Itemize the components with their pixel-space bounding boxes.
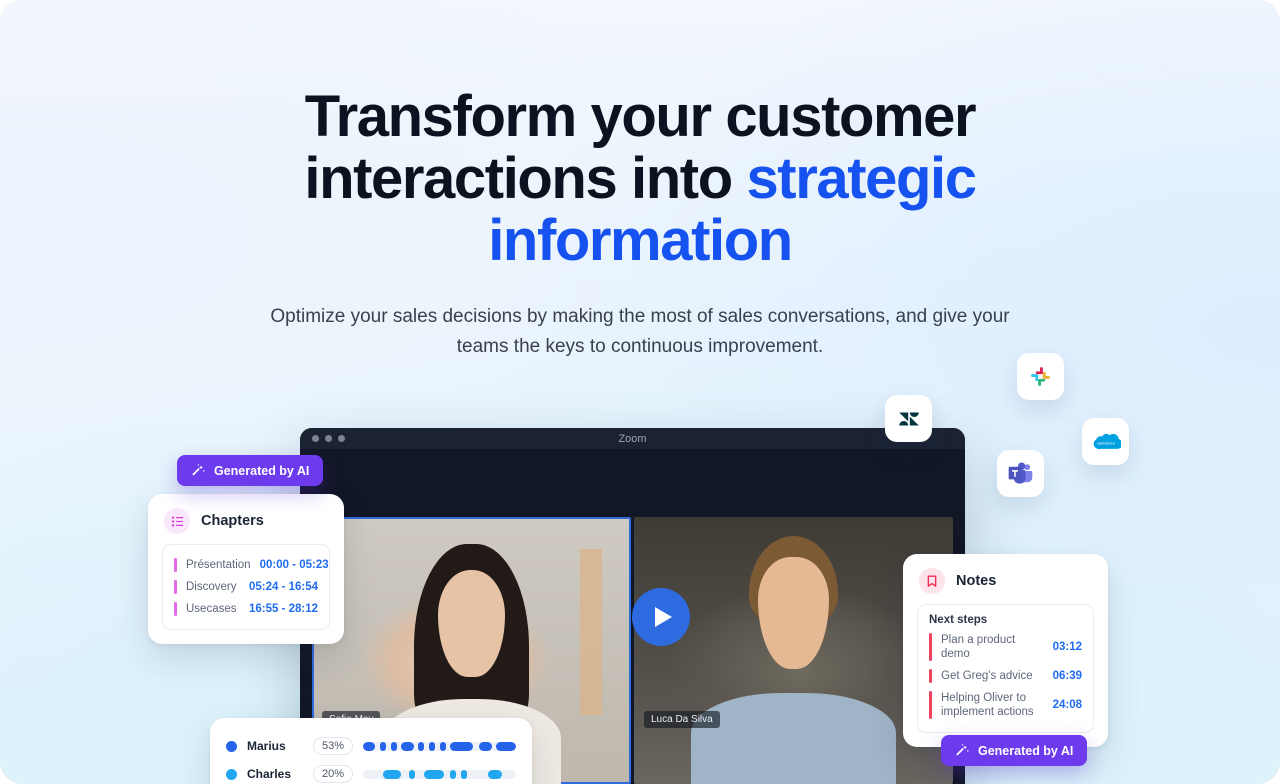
notes-card-header: Notes: [903, 554, 1108, 604]
hero-section: Transform your customer interactions int…: [0, 86, 1280, 362]
magic-wand-icon: [956, 744, 969, 756]
notes-card: Notes Next steps Plan a product demo 03:1…: [903, 554, 1108, 747]
background-shelf: [579, 549, 603, 715]
note-label: Plan a product demo: [941, 634, 1016, 660]
note-time: 03:12: [1052, 641, 1082, 653]
headline-line-1: Transform your customer: [304, 84, 977, 149]
play-button[interactable]: [632, 588, 690, 646]
speaker-row: Charles 20%: [226, 760, 516, 784]
speaker-talk-percent: 20%: [313, 765, 354, 783]
chapters-card-header: Chapters: [148, 494, 344, 544]
chapter-row[interactable]: Usecases 16:55 - 28:12: [174, 598, 318, 620]
speaker-talk-track: [363, 741, 516, 751]
landing-page-hero: Transform your customer interactions int…: [0, 0, 1280, 784]
chapter-row[interactable]: Discovery 05:24 - 16:54: [174, 576, 318, 598]
chapter-time: 05:24 - 16:54: [248, 581, 318, 593]
list-icon: [164, 508, 190, 534]
chapter-row[interactable]: Présentation 00:00 - 05:23: [174, 554, 329, 576]
integration-logo-slack[interactable]: [1017, 353, 1064, 400]
notes-list-wrapper: Next steps Plan a product demo 03:12 Get G…: [917, 604, 1094, 733]
svg-text:salesforce: salesforce: [1097, 440, 1116, 445]
chapter-label: Présentation: [186, 559, 251, 571]
note-label: Get Greg's advice: [941, 670, 1033, 682]
note-accent-bar: [929, 669, 932, 683]
notes-section-label: Next steps: [929, 614, 988, 626]
page-title: Transform your customer interactions int…: [270, 86, 1010, 272]
window-title-bar: Zoom: [300, 428, 965, 449]
chapter-accent-bar: [174, 580, 177, 594]
note-row[interactable]: Helping Oliver to implement actions 24:08: [929, 687, 1082, 723]
chapter-accent-bar: [174, 558, 177, 572]
zendesk-icon: [898, 412, 919, 425]
speaker-talk-track: [363, 769, 516, 779]
participant-name-label: Luca Da Silva: [644, 711, 720, 728]
integration-logo-teams[interactable]: [997, 450, 1044, 497]
chapters-card: Chapters Présentation 00:00 - 05:23 Discov…: [148, 494, 344, 644]
chapters-list: Présentation 00:00 - 05:23 Discovery 05:24 …: [162, 544, 330, 630]
chapter-label: Discovery: [186, 581, 237, 593]
chapter-label: Usecases: [186, 603, 237, 615]
generated-by-ai-label: Generated by AI: [214, 463, 310, 478]
window-title: Zoom: [618, 432, 647, 445]
integration-logo-zendesk[interactable]: [885, 395, 932, 442]
note-accent-bar: [929, 633, 932, 661]
list-glyph: [171, 516, 183, 526]
salesforce-icon: salesforce: [1093, 433, 1121, 449]
microsoft-teams-icon: [1008, 462, 1033, 484]
integration-logo-salesforce[interactable]: salesforce: [1082, 418, 1129, 465]
chapter-accent-bar: [174, 602, 177, 616]
hero-subtitle: Optimize your sales decisions by making …: [270, 306, 1010, 357]
generated-by-ai-label: Generated by AI: [978, 743, 1074, 758]
speaker-row: Marius 53%: [226, 732, 516, 760]
magic-wand-icon: [192, 464, 205, 476]
note-time: 24:08: [1052, 699, 1082, 711]
participant-torso: [691, 693, 896, 784]
notes-list: Plan a product demo 03:12 Get Greg's advic…: [929, 629, 1082, 723]
headline-line-2-plain: interactions into: [304, 146, 747, 211]
play-triangle-icon: [654, 607, 672, 627]
speaker-stats-card: Marius 53% Charles 20%: [210, 718, 532, 784]
note-row[interactable]: Get Greg's advice 06:39: [929, 665, 1082, 687]
bookmark-glyph: [927, 575, 937, 587]
headline-accent-information: information: [488, 208, 793, 273]
speaker-name: Marius: [247, 739, 286, 753]
note-label: Helping Oliver to implement actions: [941, 692, 1034, 718]
note-time: 06:39: [1052, 670, 1082, 682]
speaker-color-dot: [226, 768, 237, 780]
speaker-talk-percent: 53%: [313, 737, 354, 755]
notes-card-title: Notes: [956, 573, 997, 589]
speaker-color-dot: [226, 740, 237, 752]
generated-by-ai-badge-right[interactable]: Generated by AI: [941, 735, 1088, 766]
bookmark-icon: [919, 568, 945, 594]
note-row[interactable]: Plan a product demo 03:12: [929, 629, 1082, 665]
chapter-time: 00:00 - 05:23: [259, 559, 329, 571]
speaker-name: Charles: [247, 767, 292, 781]
chapters-card-title: Chapters: [201, 513, 264, 529]
slack-icon: [1031, 367, 1050, 386]
headline-accent-strategic: strategic: [746, 146, 977, 211]
note-accent-bar: [929, 691, 932, 719]
chapter-time: 16:55 - 28:12: [248, 603, 318, 615]
generated-by-ai-badge-left[interactable]: Generated by AI: [177, 455, 324, 486]
